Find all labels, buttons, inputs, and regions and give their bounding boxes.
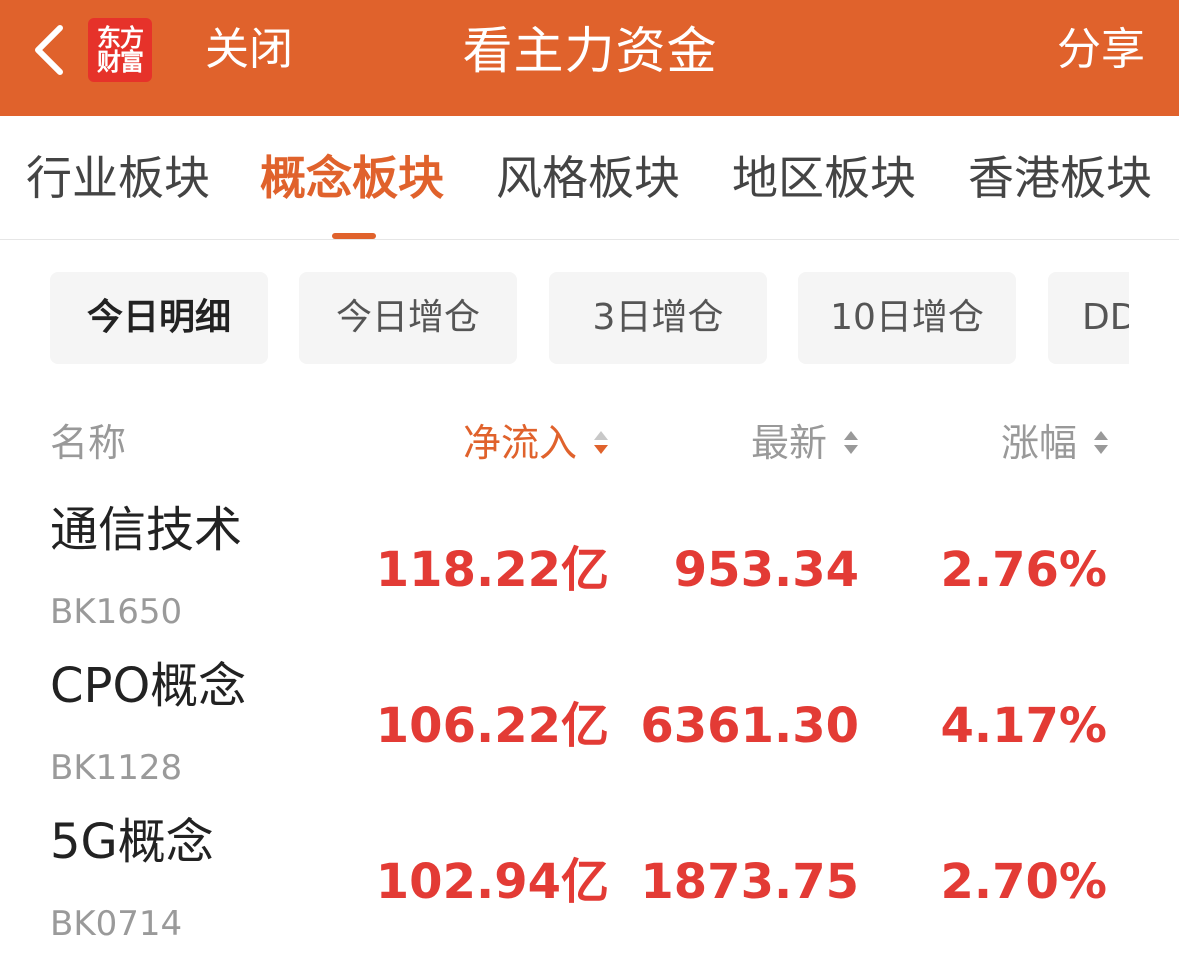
filter-today-increase[interactable]: 今日增仓 — [299, 272, 517, 364]
sector-name: 5G概念 — [50, 814, 214, 870]
sector-name: 通信技术 — [50, 502, 243, 558]
change-value: 2.70% — [940, 854, 1107, 910]
filter-3day-increase[interactable]: 3日增仓 — [549, 272, 767, 364]
sector-code: BK1128 — [50, 748, 183, 788]
logo-text-line2: 财富 — [97, 47, 144, 76]
filter-dd[interactable]: DD — [1048, 272, 1129, 364]
filter-chips: 今日明细 今日增仓 3日增仓 10日增仓 DD — [50, 272, 1129, 364]
net-inflow-value: 102.94亿 — [375, 854, 609, 910]
column-header-net-inflow[interactable]: 净流入 — [463, 415, 609, 471]
share-button[interactable]: 分享 — [1057, 18, 1145, 82]
chevron-left-icon — [35, 25, 63, 75]
sector-code: BK1650 — [50, 592, 183, 632]
column-header-latest[interactable]: 最新 — [751, 415, 859, 471]
latest-value: 6361.30 — [640, 698, 859, 754]
tab-style[interactable]: 风格板块 — [496, 148, 680, 208]
table-row[interactable]: 通信技术 BK1650 118.22亿 953.34 2.76% — [0, 498, 1179, 654]
category-tabs: 行业板块 概念板块 风格板块 地区板块 香港板块 — [0, 116, 1179, 240]
top-bar: 东方 财富 关闭 看主力资金 分享 — [0, 0, 1179, 116]
sector-name: CPO概念 — [50, 658, 247, 714]
column-header-name: 名称 — [50, 415, 126, 471]
column-header-net-inflow-label: 净流入 — [462, 421, 577, 465]
net-inflow-value: 118.22亿 — [375, 542, 609, 598]
change-value: 4.17% — [940, 698, 1107, 754]
active-tab-indicator — [332, 233, 376, 239]
app-logo: 东方 财富 — [88, 18, 152, 82]
tab-hongkong[interactable]: 香港板块 — [968, 148, 1152, 208]
change-value: 2.76% — [940, 542, 1107, 598]
sort-desc-icon — [594, 430, 608, 454]
filter-10day-increase[interactable]: 10日增仓 — [798, 272, 1016, 364]
filter-today-detail[interactable]: 今日明细 — [50, 272, 268, 364]
tab-industry[interactable]: 行业板块 — [26, 148, 210, 208]
page-title: 看主力资金 — [462, 22, 718, 80]
tab-region[interactable]: 地区板块 — [732, 148, 916, 208]
close-button[interactable]: 关闭 — [205, 18, 293, 82]
latest-value: 953.34 — [673, 542, 859, 598]
column-header-change-label: 涨幅 — [1000, 421, 1077, 465]
column-header-latest-label: 最新 — [750, 421, 827, 465]
latest-value: 1873.75 — [640, 854, 859, 910]
sector-code: BK0714 — [50, 904, 183, 944]
sort-icon — [844, 430, 858, 454]
sort-icon — [1094, 430, 1108, 454]
table-row[interactable]: CPO概念 BK1128 106.22亿 6361.30 4.17% — [0, 654, 1179, 810]
table-row[interactable]: 5G概念 BK0714 102.94亿 1873.75 2.70% — [0, 810, 1179, 966]
column-header-change[interactable]: 涨幅 — [1001, 415, 1109, 471]
tab-concept[interactable]: 概念板块 — [260, 148, 444, 208]
back-button[interactable] — [20, 20, 76, 80]
column-header-name-label: 名称 — [50, 421, 127, 465]
net-inflow-value: 106.22亿 — [375, 698, 609, 754]
